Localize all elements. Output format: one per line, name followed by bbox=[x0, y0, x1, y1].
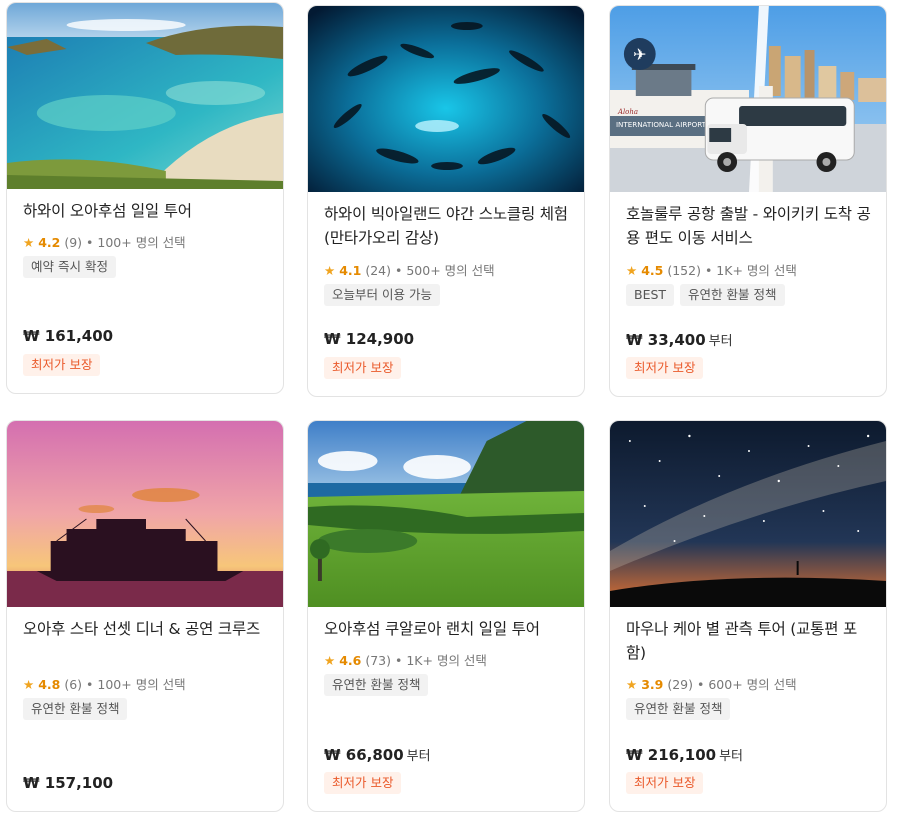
star-icon: ★ bbox=[626, 677, 638, 692]
price: ₩ 66,800 부터 bbox=[324, 745, 431, 764]
rating-value: 4.5 bbox=[641, 263, 664, 278]
tag-list: 유연한 환불 정책 bbox=[626, 698, 731, 720]
rating-row: ★ 4.8 (6) • 100+ 명의 선택 bbox=[23, 674, 186, 693]
popularity-text: • 500+ 명의 선택 bbox=[395, 263, 495, 278]
rating-row: ★ 4.1 (24) • 500+ 명의 선택 bbox=[324, 260, 495, 279]
tag-list: 유연한 환불 정책 bbox=[324, 674, 429, 696]
lowest-price-badge: 최저가 보장 bbox=[23, 354, 101, 376]
product-image-milky-way bbox=[610, 421, 886, 607]
popularity-text: • 100+ 명의 선택 bbox=[86, 235, 186, 250]
rating-row: ★ 4.2 (9) • 100+ 명의 선택 bbox=[23, 232, 186, 251]
price-value: ₩ 161,400 bbox=[23, 327, 114, 345]
review-count: (152) bbox=[667, 263, 701, 278]
product-title[interactable]: 하와이 빅아일랜드 야간 스노클링 체험 (만타가오리 감상) bbox=[324, 202, 570, 250]
product-image-night-snorkel bbox=[308, 6, 584, 192]
popularity-text: • 100+ 명의 선택 bbox=[86, 677, 186, 692]
lowest-price-badge: 최저가 보장 bbox=[324, 357, 402, 379]
star-icon: ★ bbox=[23, 235, 35, 250]
tag-best: BEST bbox=[626, 284, 675, 306]
lowest-price-badge: 최저가 보장 bbox=[626, 357, 704, 379]
tag-flexible-refund: 유연한 환불 정책 bbox=[23, 698, 128, 720]
lowest-price-badge: 최저가 보장 bbox=[626, 772, 704, 794]
star-icon: ★ bbox=[626, 263, 638, 278]
product-title[interactable]: 오아후섬 쿠알로아 랜치 일일 투어 bbox=[324, 617, 570, 641]
tag-available-today: 오늘부터 이용 가능 bbox=[324, 284, 440, 306]
rating-row: ★ 3.9 (29) • 600+ 명의 선택 bbox=[626, 674, 797, 693]
tag-flexible-refund: 유연한 환불 정책 bbox=[680, 284, 785, 306]
tag-flexible-refund: 유연한 환불 정책 bbox=[626, 698, 731, 720]
tag-list: 오늘부터 이용 가능 bbox=[324, 284, 440, 306]
rating-value: 4.6 bbox=[339, 653, 362, 668]
review-count: (29) bbox=[667, 677, 694, 692]
price-suffix: 부터 bbox=[708, 334, 733, 349]
airport-sign-text: INTERNATIONAL AIRPORT bbox=[616, 120, 707, 129]
popularity-text: • 1K+ 명의 선택 bbox=[704, 263, 797, 278]
product-title[interactable]: 하와이 오아후섬 일일 투어 bbox=[23, 199, 269, 223]
tag-list: 유연한 환불 정책 bbox=[23, 698, 128, 720]
price-suffix: 부터 bbox=[719, 749, 744, 764]
price-suffix: 부터 bbox=[406, 749, 431, 764]
star-icon: ★ bbox=[324, 653, 336, 668]
product-card-oahu-day-tour[interactable]: 하와이 오아후섬 일일 투어 ★ 4.2 (9) • 100+ 명의 선택 예약… bbox=[6, 2, 284, 394]
product-card-manta-snorkel[interactable]: 하와이 빅아일랜드 야간 스노클링 체험 (만타가오리 감상) ★ 4.1 (2… bbox=[307, 5, 585, 397]
price-value: ₩ 216,100 bbox=[626, 746, 717, 764]
product-image-airport-shuttle: ✈ Aloha INTERNATIONAL AIRPORT bbox=[610, 6, 886, 192]
rating-row: ★ 4.5 (152) • 1K+ 명의 선택 bbox=[626, 260, 797, 279]
product-card-mauna-kea-stargazing[interactable]: 마우나 케아 별 관측 투어 (교통편 포함) ★ 3.9 (29) • 600… bbox=[609, 420, 887, 812]
product-image-kualoa-ranch bbox=[308, 421, 584, 607]
product-image-sunset-cruise bbox=[7, 421, 283, 607]
product-title[interactable]: 호놀룰루 공항 출발 - 와이키키 도착 공용 편도 이동 서비스 bbox=[626, 202, 872, 250]
review-count: (9) bbox=[64, 235, 83, 250]
price: ₩ 161,400 bbox=[23, 327, 116, 345]
price: ₩ 157,100 bbox=[23, 774, 116, 792]
rating-value: 4.8 bbox=[38, 677, 61, 692]
price-value: ₩ 124,900 bbox=[324, 330, 415, 348]
price: ₩ 124,900 bbox=[324, 330, 417, 348]
popularity-text: • 600+ 명의 선택 bbox=[697, 677, 797, 692]
rating-value: 4.1 bbox=[339, 263, 362, 278]
price-value: ₩ 157,100 bbox=[23, 774, 114, 792]
product-title[interactable]: 오아후 스타 선셋 디너 & 공연 크루즈 bbox=[23, 617, 269, 641]
review-count: (73) bbox=[365, 653, 392, 668]
product-card-kualoa-ranch[interactable]: 오아후섬 쿠알로아 랜치 일일 투어 ★ 4.6 (73) • 1K+ 명의 선… bbox=[307, 420, 585, 812]
product-image-hanauma-bay bbox=[7, 3, 283, 189]
price: ₩ 216,100 부터 bbox=[626, 745, 743, 764]
tag-flexible-refund: 유연한 환불 정책 bbox=[324, 674, 429, 696]
lowest-price-badge: 최저가 보장 bbox=[324, 772, 402, 794]
price-value: ₩ 66,800 bbox=[324, 746, 404, 764]
star-icon: ★ bbox=[324, 263, 336, 278]
review-count: (6) bbox=[64, 677, 83, 692]
airplane-icon: ✈ bbox=[633, 45, 646, 64]
svg-text:Aloha: Aloha bbox=[617, 108, 638, 116]
review-count: (24) bbox=[365, 263, 392, 278]
rating-row: ★ 4.6 (73) • 1K+ 명의 선택 bbox=[324, 650, 487, 669]
price-value: ₩ 33,400 bbox=[626, 331, 706, 349]
product-card-sunset-cruise[interactable]: 오아후 스타 선셋 디너 & 공연 크루즈 ★ 4.8 (6) • 100+ 명… bbox=[6, 420, 284, 812]
popularity-text: • 1K+ 명의 선택 bbox=[395, 653, 487, 668]
tag-list: 예약 즉시 확정 bbox=[23, 256, 116, 278]
product-card-airport-transfer[interactable]: ✈ Aloha INTERNATIONAL AIRPORT 호놀룰루 공항 출발… bbox=[609, 5, 887, 397]
rating-value: 3.9 bbox=[641, 677, 664, 692]
tag-list: BEST 유연한 환불 정책 bbox=[626, 284, 785, 306]
tag-instant-confirm: 예약 즉시 확정 bbox=[23, 256, 116, 278]
product-title[interactable]: 마우나 케아 별 관측 투어 (교통편 포함) bbox=[626, 617, 872, 665]
price: ₩ 33,400 부터 bbox=[626, 330, 733, 349]
star-icon: ★ bbox=[23, 677, 35, 692]
rating-value: 4.2 bbox=[38, 235, 61, 250]
